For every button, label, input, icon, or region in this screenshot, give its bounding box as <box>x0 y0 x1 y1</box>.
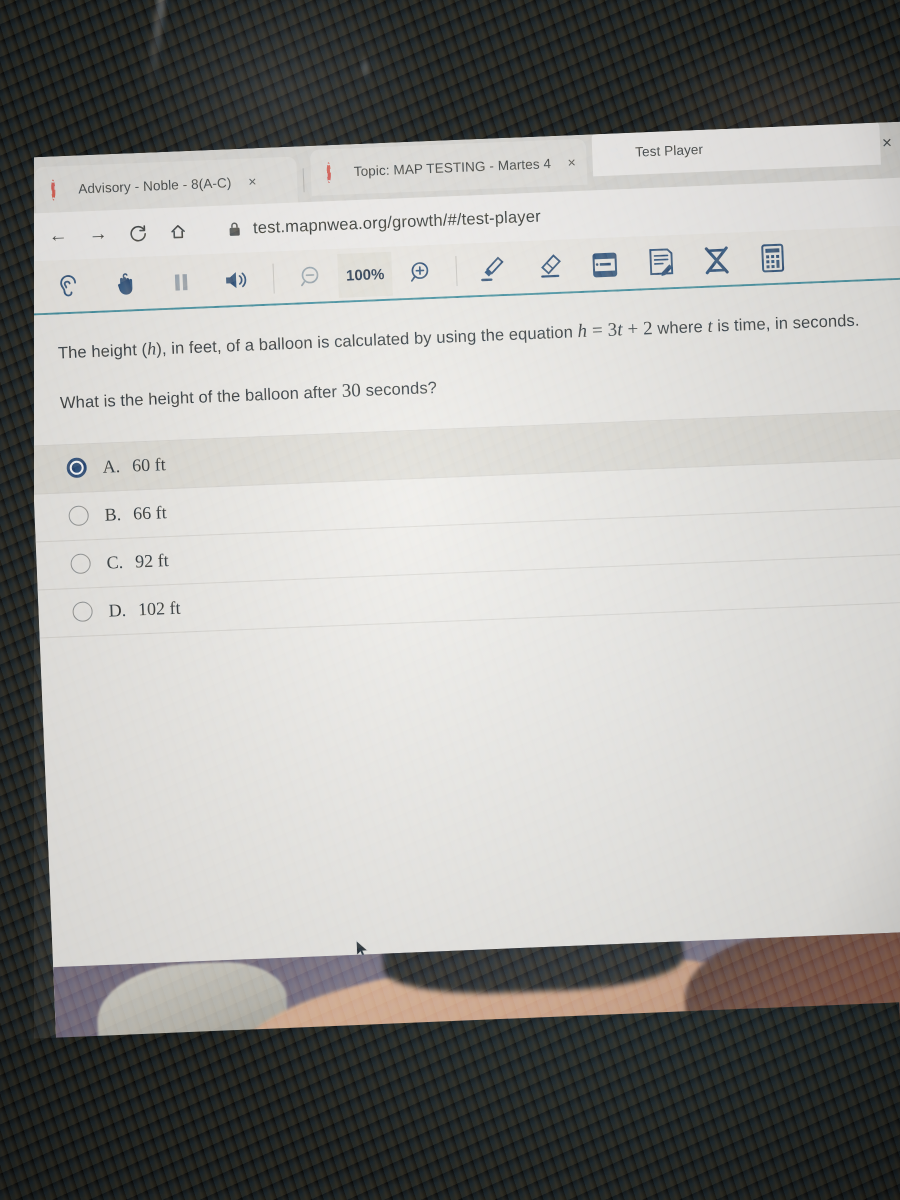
answer-text: 66 ft <box>132 501 168 524</box>
sound-speaker-icon[interactable] <box>208 257 266 303</box>
forward-arrow-icon[interactable]: → <box>80 217 115 252</box>
browser-tab-map-testing[interactable]: Topic: MAP TESTING - Martes 4/ × <box>309 138 588 196</box>
prompt-text-a: What is the height of the balloon after <box>59 382 343 413</box>
answer-letter: D. <box>108 599 127 621</box>
ambient-light-spot <box>360 55 370 81</box>
monitor-screen: Advisory - Noble - 8(A-C) × Topic: MAP T… <box>0 119 900 1080</box>
ambient-light-streak <box>145 0 168 91</box>
answer-choice-list: A. 60 ft B. 66 ft C. 92 ft D. 102 ft <box>31 407 900 639</box>
equation-expression: h = 3t + 2 <box>577 318 653 342</box>
prompt-number: 30 <box>341 379 362 402</box>
home-icon[interactable] <box>160 214 195 249</box>
toolbar-divider <box>455 256 458 287</box>
answer-text: 92 ft <box>134 549 169 572</box>
monitor-left-bezel <box>0 150 34 1050</box>
radio-button-d[interactable] <box>72 601 94 623</box>
browser-window: Advisory - Noble - 8(A-C) × Topic: MAP T… <box>19 119 900 1078</box>
stem-text-d: is time, in seconds. <box>712 311 860 336</box>
highlighter-icon[interactable] <box>464 246 522 292</box>
answer-text: 102 ft <box>137 597 181 620</box>
back-arrow-icon[interactable]: ← <box>41 219 76 254</box>
listen-ear-icon[interactable] <box>40 264 98 310</box>
reload-icon[interactable] <box>120 215 155 250</box>
red-dashed-circle-icon <box>50 178 69 201</box>
tab-close-button[interactable]: × <box>243 172 262 191</box>
lock-icon <box>225 221 244 238</box>
prompt-text-b: seconds? <box>360 378 438 400</box>
calculator-icon[interactable] <box>744 235 802 281</box>
address-bar-url[interactable]: test.mapnwea.org/growth/#/test-player <box>253 207 542 238</box>
zoom-in-icon[interactable] <box>391 249 449 295</box>
line-reader-icon[interactable] <box>576 242 634 288</box>
eraser-icon[interactable] <box>520 244 578 290</box>
cross-out-icon[interactable] <box>688 237 746 283</box>
answer-letter: C. <box>106 551 124 573</box>
tab-separator <box>302 168 305 193</box>
equation-eq: = 3 <box>586 319 618 342</box>
tab-title: Advisory - Noble - 8(A-C) <box>77 174 232 196</box>
toolbar-divider <box>272 263 275 294</box>
radio-button-a[interactable] <box>66 457 88 479</box>
photo-of-monitor: Advisory - Noble - 8(A-C) × Topic: MAP T… <box>0 0 900 1200</box>
answer-letter: B. <box>104 503 122 525</box>
radio-button-c[interactable] <box>70 553 92 575</box>
zoom-level-indicator: 100% <box>337 251 394 298</box>
radio-button-b[interactable] <box>68 505 90 527</box>
pause-icon[interactable] <box>152 259 210 305</box>
answer-letter: A. <box>102 455 121 477</box>
tab-close-button[interactable]: × <box>562 153 581 172</box>
browser-tab-test-player[interactable]: Test Player <box>591 119 881 177</box>
window-close-button[interactable]: × <box>882 133 893 152</box>
globe-icon <box>608 144 626 162</box>
zoom-out-icon[interactable] <box>281 254 339 300</box>
equation-tail: + 2 <box>622 318 654 341</box>
answer-text: 60 ft <box>131 453 167 476</box>
notepad-icon[interactable] <box>632 240 690 286</box>
tab-title: Topic: MAP TESTING - Martes 4/ <box>353 155 551 179</box>
stem-text-a: The height ( <box>57 340 148 363</box>
stem-text-c: where <box>652 317 708 339</box>
tab-title: Test Player <box>634 141 704 160</box>
red-dashed-circle-icon <box>326 161 344 183</box>
pointer-hand-icon[interactable] <box>96 262 154 308</box>
